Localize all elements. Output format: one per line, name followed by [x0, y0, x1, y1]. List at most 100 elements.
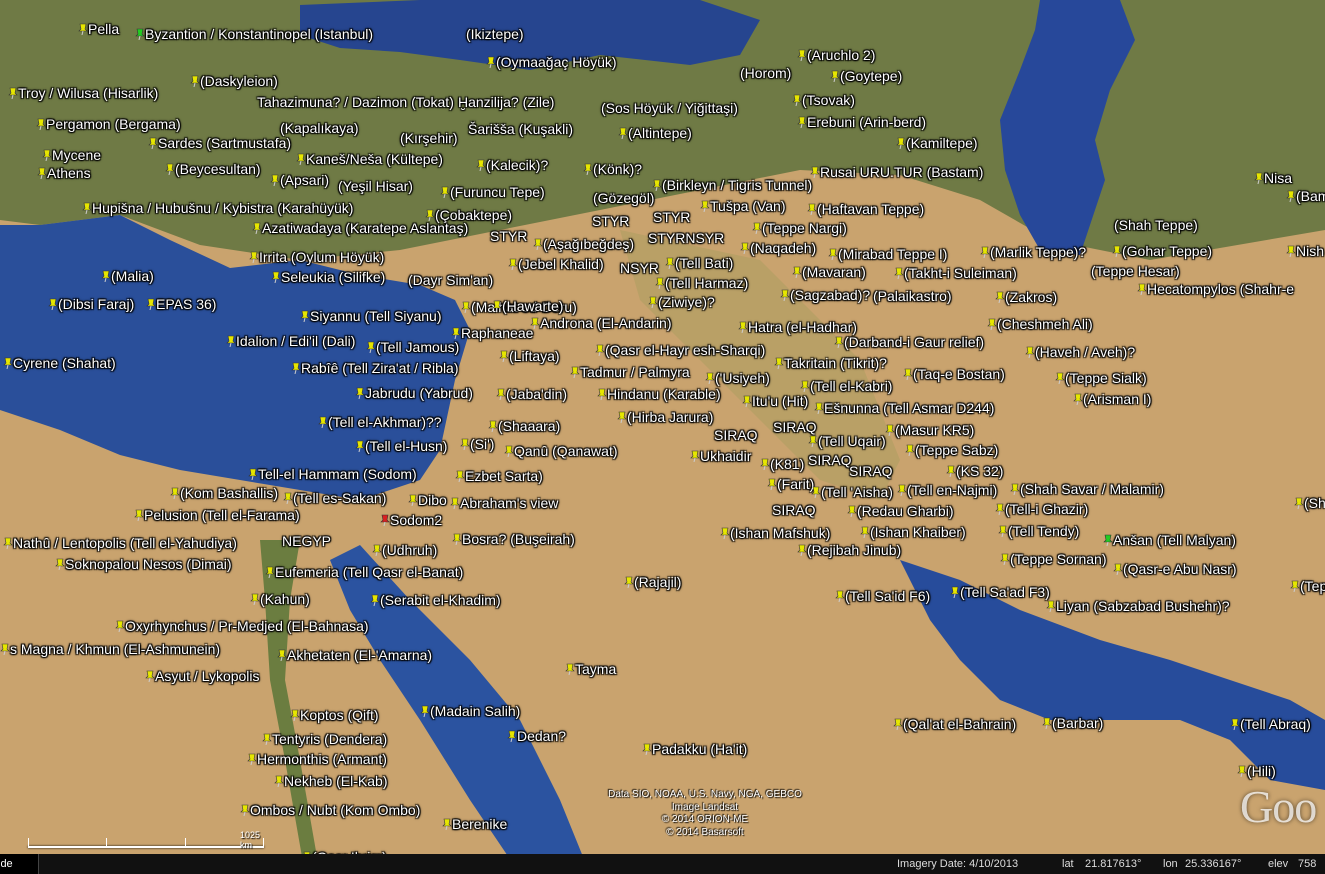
placemark[interactable]: STYR [490, 227, 527, 245]
placemark[interactable]: (KS 32) [946, 462, 1003, 480]
placemark[interactable]: Sardes (Sartmustafa) [148, 134, 291, 152]
placemark[interactable]: Tahazimuna? / Dazimon (Tokat) [257, 93, 454, 111]
map-viewport[interactable]: Pella Byzantion / Konstantinopel (Istanbu… [0, 0, 1325, 874]
placemark[interactable]: (Teppe Nargi) [752, 219, 847, 237]
pushpin-icon[interactable] [1046, 600, 1056, 612]
pushpin-icon[interactable] [507, 730, 517, 742]
placemark[interactable]: NSYR [620, 259, 659, 277]
pushpin-icon[interactable] [380, 514, 390, 526]
placemark[interactable]: (Farit) [767, 475, 814, 493]
pushpin-icon[interactable] [372, 544, 382, 556]
pushpin-icon[interactable] [36, 118, 46, 130]
placemark[interactable]: Ezbet Sarta) [455, 467, 543, 485]
pushpin-icon[interactable] [115, 620, 125, 632]
pushpin-icon[interactable] [655, 277, 665, 289]
placemark[interactable]: Siyannu (Tell Siyanu) [300, 307, 442, 325]
pushpin-icon[interactable] [48, 298, 58, 310]
placemark[interactable]: Nish [1286, 242, 1324, 260]
placemark[interactable]: Rabîê (Tell Zira'at / Ribla) [291, 359, 459, 377]
pushpin-icon[interactable] [170, 487, 180, 499]
placemark[interactable]: Berenike [442, 815, 507, 833]
placemark[interactable]: Pella [78, 20, 119, 38]
pushpin-icon[interactable] [318, 416, 328, 428]
pushpin-icon[interactable] [277, 649, 287, 661]
pushpin-icon[interactable] [274, 775, 284, 787]
placemark[interactable]: (Mirabad Teppe I) [828, 245, 947, 263]
pushpin-icon[interactable] [835, 590, 845, 602]
pushpin-icon[interactable] [3, 537, 13, 549]
placemark[interactable]: Tayma [565, 660, 616, 678]
pushpin-icon[interactable] [648, 296, 658, 308]
pushpin-icon[interactable] [828, 248, 838, 260]
pushpin-icon[interactable] [995, 503, 1005, 515]
placemark[interactable]: (Jebel Khalid) [508, 255, 604, 273]
placemark[interactable]: Tell-el Hammam (Sodom) [248, 465, 417, 483]
pushpin-icon[interactable] [700, 200, 710, 212]
pushpin-icon[interactable] [249, 251, 259, 263]
pushpin-icon[interactable] [247, 753, 257, 765]
pushpin-icon[interactable] [1025, 346, 1035, 358]
placemark[interactable]: (Shah Teppe) [1114, 216, 1198, 234]
placemark[interactable]: Tentyris (Dendera) [262, 730, 387, 748]
pushpin-icon[interactable] [618, 127, 628, 139]
placemark[interactable]: (Marlik Teppe)? [980, 243, 1086, 261]
pushpin-icon[interactable] [1112, 245, 1122, 257]
pushpin-icon[interactable] [240, 804, 250, 816]
placemark[interactable]: Hupišna / Hubušnu / Kybistra (Karahüyük) [82, 199, 353, 217]
pushpin-icon[interactable] [705, 372, 715, 384]
pushpin-icon[interactable] [946, 465, 956, 477]
placemark[interactable]: (Teppe Sabz) [905, 441, 998, 459]
placemark[interactable]: Oxyrhynchus / Pr-Medjed (El-Bahnasa) [115, 617, 369, 635]
pushpin-icon[interactable] [1237, 765, 1247, 777]
placemark[interactable]: Hermonthis (Armant) [247, 750, 387, 768]
placemark[interactable]: Cyrene (Shahat) [3, 354, 116, 372]
pushpin-icon[interactable] [291, 362, 301, 374]
placemark[interactable]: (Masur KR5) [885, 421, 974, 439]
placemark[interactable]: (Tell el-Kabri) [800, 377, 892, 395]
placemark[interactable]: (Ishan Mafshuk) [720, 524, 830, 542]
pushpin-icon[interactable] [262, 733, 272, 745]
placemark[interactable]: (Yeşil Hisar) [338, 177, 413, 195]
pushpin-icon[interactable] [78, 23, 88, 35]
pushpin-icon[interactable] [270, 174, 280, 186]
pushpin-icon[interactable] [42, 149, 52, 161]
pushpin-icon[interactable] [190, 75, 200, 87]
placemark[interactable]: Raphaneae [451, 324, 533, 342]
placemark[interactable]: (Serabit el-Khadim) [370, 591, 501, 609]
pushpin-icon[interactable] [148, 137, 158, 149]
placemark[interactable]: Pergamon (Bergama) [36, 115, 181, 133]
pushpin-icon[interactable] [1103, 534, 1113, 546]
pushpin-icon[interactable] [797, 116, 807, 128]
placemark[interactable]: (K81) [760, 455, 804, 473]
placemark[interactable]: (Hawarte) [492, 297, 563, 315]
placemark[interactable]: (Qasr el-Hayr esh-Sharqi) [595, 341, 765, 359]
pushpin-icon[interactable] [894, 267, 904, 279]
pushpin-icon[interactable] [461, 301, 471, 313]
pushpin-icon[interactable] [1290, 580, 1300, 592]
pushpin-icon[interactable] [442, 818, 452, 830]
placemark[interactable]: SIRAQ [772, 501, 816, 519]
pushpin-icon[interactable] [807, 203, 817, 215]
pushpin-icon[interactable] [452, 533, 462, 545]
placemark[interactable]: (Cheshmeh Ali) [987, 315, 1093, 333]
placemark[interactable]: Anšan (Tell Malyan) [1103, 531, 1236, 549]
placemark[interactable]: Sodom2 [380, 511, 442, 529]
placemark[interactable]: Soknopalou Nesos (Dimai) [55, 555, 232, 573]
pushpin-icon[interactable] [1055, 372, 1065, 384]
pushpin-icon[interactable] [893, 718, 903, 730]
pushpin-icon[interactable] [570, 366, 580, 378]
placemark[interactable]: Ḫanzilija? (Zile) [458, 93, 554, 111]
pushpin-icon[interactable] [617, 411, 627, 423]
pushpin-icon[interactable] [165, 163, 175, 175]
placemark[interactable]: Azatiwadaya (Karatepe Aslantaş) [252, 219, 468, 237]
placemark[interactable]: (Tell en-Najmi) [897, 481, 997, 499]
pushpin-icon[interactable] [440, 186, 450, 198]
pushpin-icon[interactable] [847, 505, 857, 517]
placemark[interactable]: (Tell Sa'id F6) [835, 587, 930, 605]
pushpin-icon[interactable] [450, 497, 460, 509]
placemark[interactable]: (Kahun) [250, 590, 310, 608]
pushpin-icon[interactable] [488, 420, 498, 432]
placemark[interactable]: (Haftavan Teppe) [807, 200, 924, 218]
pushpin-icon[interactable] [834, 336, 844, 348]
placemark[interactable]: SIRAQ [808, 451, 852, 469]
